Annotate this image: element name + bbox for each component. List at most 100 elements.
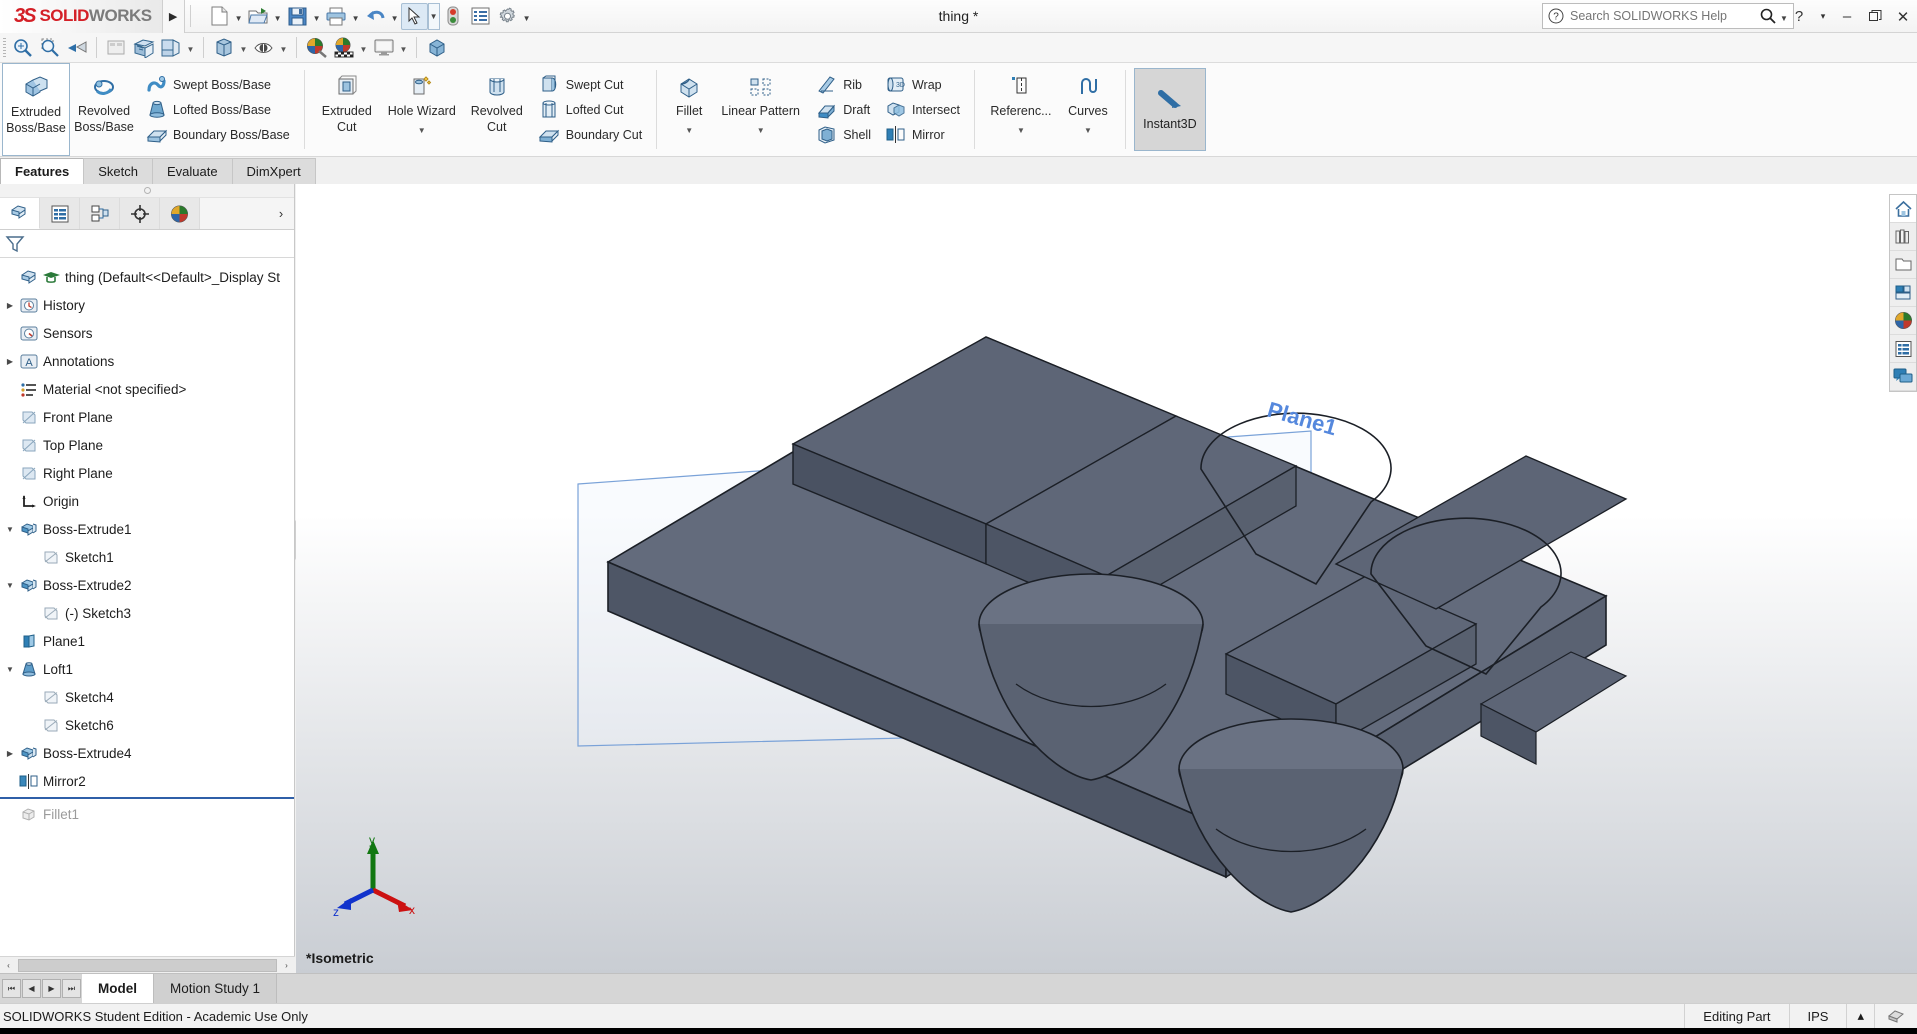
tree-item[interactable]: ▶ A Annotations — [0, 347, 294, 375]
tab-features[interactable]: Features — [0, 158, 85, 184]
tree-item[interactable]: (-) Sketch3 — [0, 599, 294, 627]
revolved-cut-button[interactable]: Revolved Cut — [463, 63, 531, 156]
panel-expand-chevron-icon[interactable]: › — [268, 198, 294, 229]
view-settings-caret-icon[interactable]: ▼ — [397, 34, 410, 61]
tree-item[interactable]: Sensors — [0, 319, 294, 347]
extruded-cut-button[interactable]: Extruded Cut — [313, 63, 381, 156]
restore-button[interactable] — [1861, 0, 1889, 33]
tab-dimxpert[interactable]: DimXpert — [231, 158, 316, 184]
tree-item[interactable]: Sketch6 — [0, 711, 294, 739]
tree-item[interactable]: Front Plane — [0, 403, 294, 431]
tree-item[interactable]: Sketch4 — [0, 683, 294, 711]
tree-item[interactable]: Right Plane — [0, 459, 294, 487]
wrap-button[interactable]: 3D Wrap — [879, 72, 964, 97]
file-explorer-icon[interactable] — [1890, 251, 1916, 279]
appearances-icon[interactable] — [1890, 307, 1916, 335]
reference-geometry-caret-icon[interactable]: ▼ — [1017, 126, 1025, 135]
custom-properties-icon[interactable] — [1890, 335, 1916, 363]
tree-item[interactable]: ▼ Loft1 — [0, 655, 294, 683]
open-document-icon[interactable] — [245, 3, 272, 30]
instant3d-button[interactable]: Instant3D — [1133, 68, 1206, 151]
hide-show-items-caret-icon[interactable]: ▼ — [277, 34, 290, 61]
revolved-boss-base-button[interactable]: Revolved Boss/Base — [70, 63, 138, 156]
rib-button[interactable]: Rib — [810, 72, 875, 97]
edit-appearance-icon[interactable] — [303, 34, 330, 61]
section-view-icon[interactable] — [130, 34, 157, 61]
nav-prev-icon[interactable]: ◀ — [22, 979, 41, 998]
help-caret-icon[interactable]: ▾ — [1813, 0, 1833, 33]
search-input[interactable] — [1566, 8, 1758, 24]
print-caret-icon[interactable]: ▼ — [350, 3, 362, 30]
curves-caret-icon[interactable]: ▼ — [1084, 126, 1092, 135]
save-caret-icon[interactable]: ▼ — [311, 3, 323, 30]
section-properties-icon[interactable] — [103, 34, 130, 61]
tree-item[interactable]: Plane1 — [0, 627, 294, 655]
zoom-to-fit-icon[interactable] — [9, 34, 36, 61]
sw-forum-icon[interactable] — [1890, 363, 1916, 391]
tree-item[interactable]: ▶ Boss-Extrude4 — [0, 739, 294, 767]
home-icon[interactable] — [1890, 195, 1916, 223]
tree-expand-collapsed-icon[interactable]: ▶ — [2, 749, 18, 758]
tree-expand-expanded-icon[interactable]: ▼ — [2, 665, 18, 674]
bottom-tab-motion-study[interactable]: Motion Study 1 — [154, 974, 278, 1003]
part-body[interactable] — [606, 336, 1628, 913]
view-settings-icon[interactable] — [370, 34, 397, 61]
status-overlay-icon[interactable] — [1874, 1003, 1917, 1029]
linear-pattern-caret-icon[interactable]: ▼ — [757, 126, 765, 135]
minimize-button[interactable]: – — [1833, 0, 1861, 33]
tree-item[interactable]: Origin — [0, 487, 294, 515]
open-document-caret-icon[interactable]: ▼ — [272, 3, 284, 30]
tree-expand-collapsed-icon[interactable]: ▶ — [2, 301, 18, 310]
undo-icon[interactable] — [362, 3, 389, 30]
zoom-to-area-icon[interactable] — [36, 34, 63, 61]
nav-first-icon[interactable]: ⏮ — [2, 979, 21, 998]
lofted-cut-button[interactable]: Lofted Cut — [533, 97, 646, 122]
tree-item[interactable]: ▶ History — [0, 291, 294, 319]
nav-next-icon[interactable]: ▶ — [42, 979, 61, 998]
gear-options-icon[interactable] — [494, 3, 521, 30]
graphics-area[interactable]: ▼ ▼ ▼ ▼ ▼ — [296, 184, 1917, 973]
reference-geometry-button[interactable]: Referenc... ▼ — [983, 63, 1059, 156]
swept-boss-base-button[interactable]: Swept Boss/Base — [140, 72, 294, 97]
feature-tree-hscrollbar[interactable]: ‹ › — [0, 956, 295, 973]
save-icon[interactable] — [284, 3, 311, 30]
rebuild-icon[interactable] — [440, 3, 467, 30]
search-icon[interactable] — [1758, 6, 1778, 26]
view-palette-icon[interactable] — [1890, 279, 1916, 307]
tab-evaluate[interactable]: Evaluate — [151, 158, 233, 184]
undo-caret-icon[interactable]: ▼ — [389, 3, 401, 30]
curves-button[interactable]: Curves ▼ — [1059, 63, 1117, 156]
tree-item[interactable]: Mirror2 — [0, 767, 294, 795]
scroll-thumb[interactable] — [18, 958, 277, 972]
tree-item[interactable]: Top Plane — [0, 431, 294, 459]
hide-show-items-icon[interactable] — [250, 34, 277, 61]
intersect-button[interactable]: Intersect — [879, 97, 964, 122]
model-viewport[interactable]: Plane1 — [296, 184, 1917, 973]
display-manager-tab[interactable] — [160, 198, 200, 229]
lofted-boss-base-button[interactable]: Lofted Boss/Base — [140, 97, 294, 122]
boundary-cut-button[interactable]: Boundary Cut — [533, 122, 646, 147]
fillet-button[interactable]: Fillet ▼ — [665, 63, 713, 156]
shell-button[interactable]: Shell — [810, 122, 875, 147]
select-caret-icon[interactable]: ▼ — [427, 2, 440, 30]
options-list-icon[interactable] — [467, 3, 494, 30]
apply-scene-icon[interactable] — [330, 34, 357, 61]
panel-resize-handle[interactable] — [0, 184, 294, 198]
tree-item[interactable]: Material <not specified> — [0, 375, 294, 403]
tree-item[interactable]: ▼ Boss-Extrude1 — [0, 515, 294, 543]
property-manager-tab[interactable] — [40, 198, 80, 229]
hole-wizard-button[interactable]: Hole Wizard ▼ — [381, 63, 463, 156]
design-library-icon[interactable] — [1890, 223, 1916, 251]
feature-manager-tab[interactable] — [0, 198, 40, 229]
status-units-caret-icon[interactable]: ▴ — [1846, 1003, 1874, 1029]
dimxpert-manager-tab[interactable] — [120, 198, 160, 229]
menu-expand-arrow-icon[interactable]: ▶ — [162, 0, 185, 33]
select-icon[interactable] — [400, 2, 428, 30]
mirror-button[interactable]: Mirror — [879, 122, 964, 147]
display-style-icon[interactable] — [210, 34, 237, 61]
hole-wizard-caret-icon[interactable]: ▼ — [418, 126, 426, 135]
scroll-right-arrow-icon[interactable]: › — [278, 957, 295, 974]
apply-scene-caret-icon[interactable]: ▼ — [357, 34, 370, 61]
display-style-caret-icon[interactable]: ▼ — [237, 34, 250, 61]
view-orientation-grid-icon[interactable] — [157, 34, 184, 61]
